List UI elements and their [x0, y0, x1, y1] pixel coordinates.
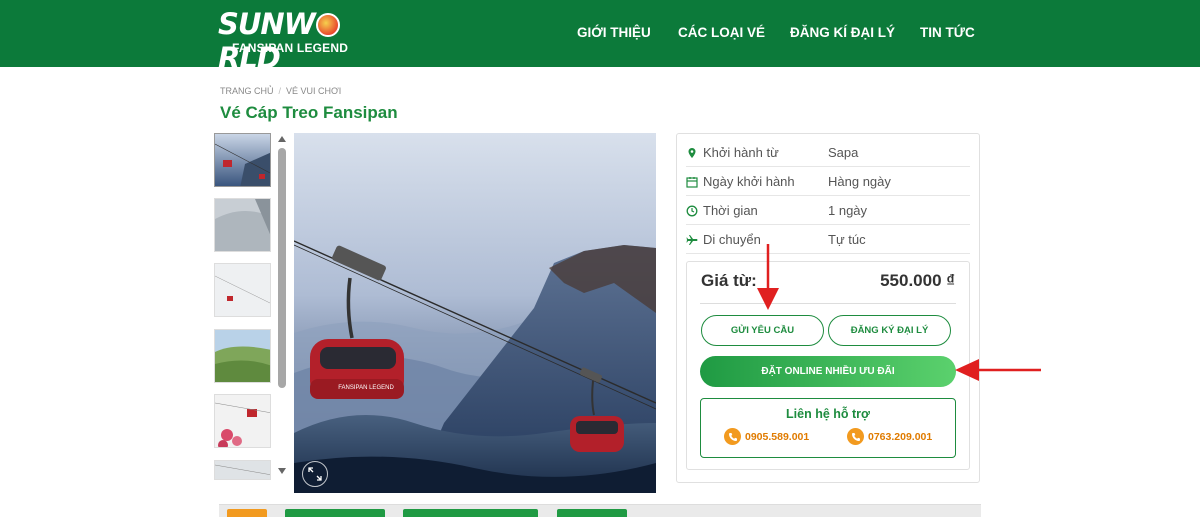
info-label-wrapper: Di chuyển — [686, 232, 761, 247]
info-label-wrapper: Khởi hành từ — [686, 145, 779, 160]
info-label: Khởi hành từ — [703, 145, 779, 160]
info-label-wrapper: Ngày khởi hành — [686, 174, 795, 189]
info-row-duration: Thời gian 1 ngày — [686, 196, 970, 225]
nav-item-agent-register[interactable]: ĐĂNG KÍ ĐẠI LÝ — [790, 25, 895, 40]
info-row-departure: Khởi hành từ Sapa — [686, 138, 970, 167]
breadcrumb-category[interactable]: VÉ VUI CHƠI — [286, 86, 341, 96]
info-value: Sapa — [828, 145, 859, 160]
price-value: 550.000 ₫ — [880, 271, 955, 290]
tab-highlight[interactable] — [227, 509, 267, 517]
breadcrumb-home[interactable]: TRANG CHỦ — [220, 86, 274, 96]
calendar-icon — [686, 176, 698, 188]
scroll-down-icon[interactable] — [278, 468, 286, 474]
price-divider — [700, 303, 956, 304]
support-title: Liên hệ hỗ trợ — [786, 407, 870, 421]
info-value: Tự túc — [828, 232, 866, 247]
gallery-thumbnail[interactable] — [214, 460, 271, 480]
support-box: Liên hệ hỗ trợ 0905.589.001 0763.209.001 — [700, 398, 956, 458]
phone-number: 0905.589.001 — [745, 430, 810, 443]
site-logo[interactable]: SUNWRLD FANSIPAN LEGEND — [218, 7, 358, 75]
map-marker-icon — [688, 147, 696, 158]
tab-item[interactable] — [557, 509, 627, 517]
clock-icon — [686, 205, 698, 216]
scroll-up-icon[interactable] — [278, 136, 286, 142]
zoom-button[interactable] — [302, 461, 328, 487]
page-title: Vé Cáp Treo Fansipan — [220, 103, 398, 122]
gallery-thumbnail[interactable] — [214, 198, 271, 252]
nav-item-ticket-types[interactable]: CÁC LOẠI VÉ — [678, 25, 765, 40]
nav-item-about[interactable]: GIỚI THIỆU — [577, 25, 651, 40]
phone-icon — [847, 428, 864, 445]
info-value: 1 ngày — [828, 203, 868, 218]
sun-icon — [315, 13, 340, 37]
gallery-thumbnail[interactable] — [214, 133, 271, 187]
cabin-label: FANSIPAN LEGEND — [338, 385, 394, 391]
phone-number: 0763.209.001 — [868, 430, 933, 443]
thumbnail-scrollbar[interactable] — [278, 148, 286, 388]
book-online-button[interactable]: ĐẶT ONLINE NHIỀU ƯU ĐÃI — [700, 356, 956, 387]
info-label: Di chuyển — [703, 232, 761, 247]
main-product-image[interactable]: FANSIPAN LEGEND — [294, 133, 656, 493]
info-label-wrapper: Thời gian — [686, 203, 758, 218]
tab-item[interactable] — [285, 509, 385, 517]
info-value: Hàng ngày — [828, 174, 891, 189]
down-arrow-annotation-icon — [757, 244, 779, 310]
plane-icon — [686, 234, 698, 245]
info-label: Thời gian — [703, 203, 758, 218]
price-label: Giá từ: — [701, 271, 757, 290]
info-label: Ngày khởi hành — [703, 174, 795, 189]
logo-subtitle: FANSIPAN LEGEND — [232, 41, 349, 55]
breadcrumb: TRANG CHỦ / VÉ VUI CHƠI — [220, 86, 341, 96]
expand-icon — [308, 467, 322, 481]
phone-icon — [724, 428, 741, 445]
nav-item-news[interactable]: TIN TỨC — [920, 25, 975, 40]
gallery-thumbnail[interactable] — [214, 263, 271, 317]
breadcrumb-separator: / — [278, 86, 282, 96]
gallery-thumbnail[interactable] — [214, 394, 271, 448]
phone-link-2[interactable]: 0763.209.001 — [847, 428, 932, 445]
site-header: SUNWRLD FANSIPAN LEGEND GIỚI THIỆU CÁC L… — [0, 0, 1200, 75]
tab-item[interactable] — [403, 509, 538, 517]
gallery-thumbnail[interactable] — [214, 329, 271, 383]
info-row-transport: Di chuyển Tự túc — [686, 225, 970, 254]
left-arrow-annotation-icon — [955, 359, 1041, 381]
phone-link-1[interactable]: 0905.589.001 — [724, 428, 809, 445]
info-row-departure-date: Ngày khởi hành Hàng ngày — [686, 167, 970, 196]
send-request-button[interactable]: GỬI YÊU CẦU — [701, 315, 824, 346]
agent-register-button[interactable]: ĐĂNG KÝ ĐẠI LÝ — [828, 315, 951, 346]
